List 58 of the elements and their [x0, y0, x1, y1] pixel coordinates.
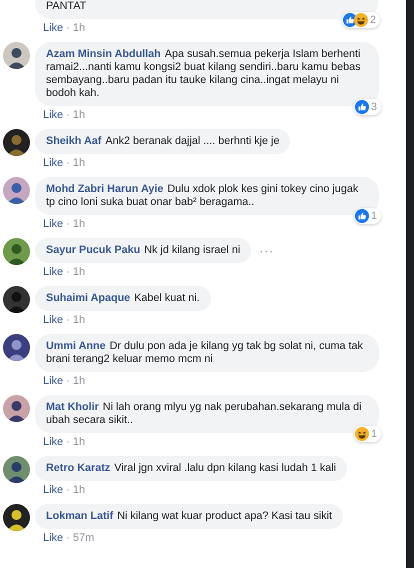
like-link[interactable]: Like	[43, 375, 64, 387]
comment-time[interactable]: 1h	[72, 218, 86, 230]
avatar[interactable]	[3, 334, 30, 361]
comment-text: Retro Karatz Viral jgn xviral .lalu dpn kilang kasi ludah 1 kali	[46, 462, 336, 475]
comment-time[interactable]: 1h	[72, 484, 86, 496]
more-options-icon[interactable]: ···	[259, 244, 274, 258]
separator-dot: ·	[66, 375, 70, 387]
like-link[interactable]: Like	[43, 109, 64, 121]
avatar[interactable]	[3, 238, 30, 265]
separator-dot: ·	[66, 266, 70, 278]
separator-dot: ·	[66, 157, 70, 169]
like-link[interactable]: Like	[43, 218, 64, 230]
like-link[interactable]: Like	[43, 314, 64, 326]
comment-text: PANTAT	[46, 0, 88, 13]
like-link[interactable]: Like	[43, 266, 64, 278]
separator-dot: ·	[66, 532, 70, 544]
separator-dot: ·	[66, 22, 70, 34]
avatar[interactable]	[3, 177, 30, 204]
like-link[interactable]: Like	[43, 436, 64, 448]
reaction-count: 1	[371, 210, 377, 222]
separator-dot: ·	[66, 314, 70, 326]
comment-text: Mohd Zabri Harun Ayie Dulu xdok plok kes gini tokey cino jugak tp cino loni suka buat onar bab² beragama..	[46, 183, 360, 209]
comment-time[interactable]: 1h	[72, 157, 86, 169]
like-link[interactable]: Like	[43, 532, 64, 544]
reaction-badge[interactable]: 1	[354, 208, 381, 224]
reaction-count: 3	[371, 101, 377, 113]
comment-time[interactable]: 1h	[72, 109, 86, 121]
reaction-count: 2	[370, 14, 376, 26]
avatar[interactable]	[3, 286, 30, 313]
like-link[interactable]: Like	[43, 484, 64, 496]
avatar[interactable]	[3, 42, 30, 69]
avatar[interactable]	[3, 456, 30, 483]
comment-time[interactable]: 57m	[72, 532, 94, 544]
comment-time[interactable]: 1h	[72, 375, 86, 387]
comment-time[interactable]: 1h	[72, 22, 86, 34]
comment-text: Azam Minsin Abdullah Apa susah.semua pekerja Islam berhenti ramai2...nanti kamu kongsi2 buat kilang sendiri..baru kamu bebas sembayang..baru padan itu tauke kilang cina..ingat melayu ni bodoh kah.	[46, 48, 362, 100]
reaction-badge[interactable]: 3	[354, 99, 381, 115]
comment-text: Ummi Anne Dr dulu pon ada je kilang yg tak bg solat ni, cuma tak brani terang2 keluar memo mcm ni	[46, 340, 364, 366]
comment-time[interactable]: 1h	[72, 436, 86, 448]
separator-dot: ·	[66, 484, 70, 496]
comment-text: Suhaimi Apaque Kabel kuat ni.	[46, 292, 200, 305]
avatar[interactable]	[3, 395, 30, 422]
separator-dot: ·	[66, 218, 70, 230]
like-link[interactable]: Like	[43, 22, 64, 34]
separator-dot: ·	[66, 436, 70, 448]
reaction-badge[interactable]: 1	[354, 426, 381, 442]
avatar[interactable]	[3, 129, 30, 156]
reaction-badge[interactable]: 2	[342, 12, 380, 28]
comment-time[interactable]: 1h	[72, 266, 86, 278]
separator-dot: ·	[66, 109, 70, 121]
comment-text: Mat Kholir Ni lah orang mlyu yg nak perubahan.sekarang mula di ubah secara sikit..	[46, 401, 362, 427]
comment-text: Sayur Pucuk Paku Nk jd kilang israel ni	[46, 244, 240, 257]
avatar[interactable]	[3, 504, 30, 531]
reaction-count: 1	[371, 428, 377, 440]
comment-time[interactable]: 1h	[72, 314, 86, 326]
like-link[interactable]: Like	[43, 157, 64, 169]
comment-text: Lokman Latif Ni kilang wat kuar product apa? Kasi tau sikit	[46, 510, 332, 523]
comment-text: Sheikh Aaf Ank2 beranak dajjal .... berhnti kje je	[46, 135, 280, 148]
